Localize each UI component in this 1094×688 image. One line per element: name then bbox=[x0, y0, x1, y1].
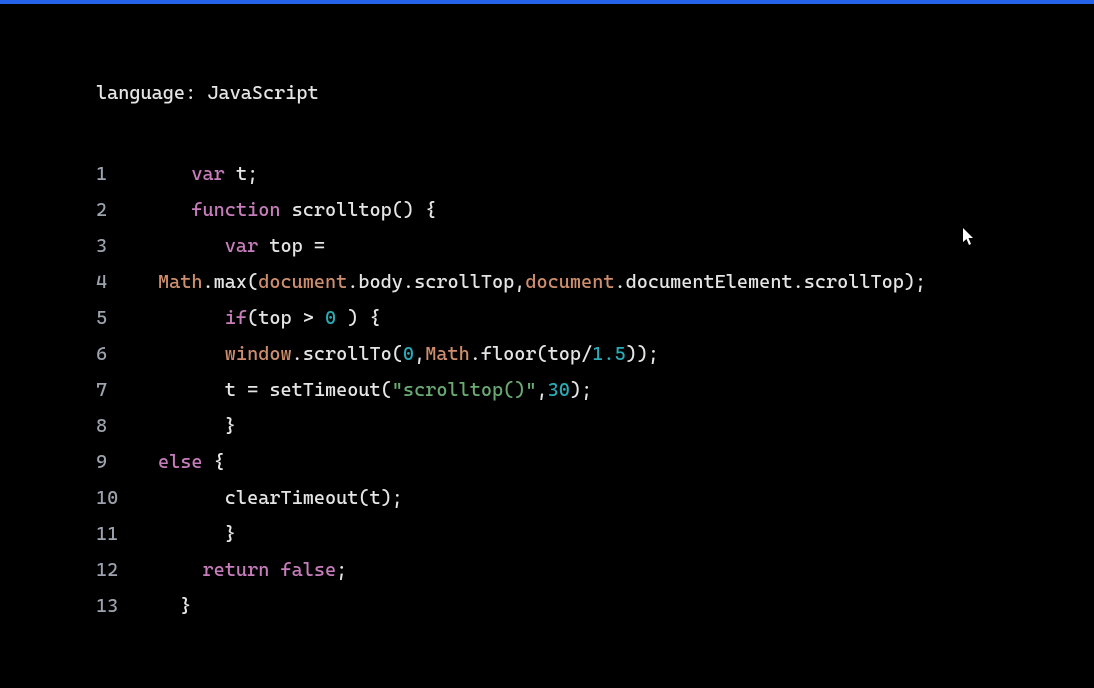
code-line[interactable]: 3 var top = bbox=[96, 228, 1094, 264]
code-token: )); bbox=[626, 343, 659, 365]
code-token: scrolltop() { bbox=[280, 199, 436, 221]
code-token: return bbox=[203, 559, 270, 581]
code-token: Math bbox=[158, 271, 203, 293]
line-content[interactable]: clearTimeout(t); bbox=[158, 480, 403, 516]
line-content[interactable]: function scrolltop() { bbox=[158, 192, 436, 228]
line-content[interactable]: if(top > 0 ) { bbox=[158, 300, 381, 336]
code-line[interactable]: 4Math.max(document.body.scrollTop,docume… bbox=[96, 264, 1094, 300]
code-token: var bbox=[191, 163, 224, 185]
line-number: 4 bbox=[96, 264, 158, 300]
line-content[interactable]: } bbox=[158, 516, 236, 552]
language-value: JavaScript bbox=[207, 82, 318, 104]
code-line[interactable]: 9else { bbox=[96, 444, 1094, 480]
code-token: } bbox=[158, 523, 236, 545]
line-content[interactable]: var t; bbox=[158, 156, 258, 192]
language-header: language: JavaScript bbox=[96, 82, 1094, 104]
code-token: t; bbox=[225, 163, 258, 185]
code-token: "scrolltop()" bbox=[392, 379, 537, 401]
code-token bbox=[158, 559, 203, 581]
code-token: var bbox=[225, 235, 258, 257]
code-token: , bbox=[537, 379, 548, 401]
code-token: (top > bbox=[247, 307, 325, 329]
line-number: 13 bbox=[96, 588, 158, 624]
line-number: 8 bbox=[96, 408, 158, 444]
code-token: ); bbox=[570, 379, 592, 401]
code-token: .documentElement.scrollTop); bbox=[614, 271, 926, 293]
code-token bbox=[158, 199, 191, 221]
code-token: function bbox=[191, 199, 280, 221]
code-line[interactable]: 5 if(top > 0 ) { bbox=[96, 300, 1094, 336]
line-number: 12 bbox=[96, 552, 158, 588]
code-line[interactable]: 10 clearTimeout(t); bbox=[96, 480, 1094, 516]
code-token bbox=[158, 343, 225, 365]
code-line[interactable]: 1 var t; bbox=[96, 156, 1094, 192]
code-token: 30 bbox=[548, 379, 570, 401]
line-content[interactable]: var top = bbox=[158, 228, 325, 264]
line-content[interactable]: window.scrollTo(0,Math.floor(top/1.5)); bbox=[158, 336, 659, 372]
line-content[interactable]: } bbox=[158, 408, 236, 444]
code-token: t = setTimeout( bbox=[158, 379, 392, 401]
code-token bbox=[158, 307, 225, 329]
code-line[interactable]: 11 } bbox=[96, 516, 1094, 552]
line-number: 5 bbox=[96, 300, 158, 336]
line-content[interactable]: return false; bbox=[158, 552, 347, 588]
line-number: 7 bbox=[96, 372, 158, 408]
code-token: } bbox=[158, 595, 191, 617]
code-token: , bbox=[414, 343, 425, 365]
code-token: else bbox=[158, 451, 203, 473]
code-token: ) { bbox=[336, 307, 381, 329]
line-number: 9 bbox=[96, 444, 158, 480]
code-line[interactable]: 2 function scrolltop() { bbox=[96, 192, 1094, 228]
code-token bbox=[158, 235, 225, 257]
code-token: } bbox=[158, 415, 236, 437]
line-number: 6 bbox=[96, 336, 158, 372]
code-token: .max( bbox=[203, 271, 259, 293]
code-token: 1.5 bbox=[592, 343, 625, 365]
line-number: 1 bbox=[96, 156, 158, 192]
code-token: ; bbox=[336, 559, 347, 581]
line-number: 10 bbox=[96, 480, 158, 516]
code-token: 0 bbox=[325, 307, 336, 329]
line-number: 2 bbox=[96, 192, 158, 228]
code-token: window bbox=[225, 343, 292, 365]
code-token: Math bbox=[425, 343, 470, 365]
code-token: .body.scrollTop, bbox=[347, 271, 525, 293]
line-number: 3 bbox=[96, 228, 158, 264]
line-number: 11 bbox=[96, 516, 158, 552]
code-line[interactable]: 13 } bbox=[96, 588, 1094, 624]
code-token: { bbox=[203, 451, 225, 473]
code-token: .floor(top/ bbox=[470, 343, 592, 365]
code-block[interactable]: 1 var t;2 function scrolltop() {3 var to… bbox=[96, 156, 1094, 624]
code-token: false bbox=[280, 559, 336, 581]
line-content[interactable]: else { bbox=[158, 444, 225, 480]
code-line[interactable]: 6 window.scrollTo(0,Math.floor(top/1.5))… bbox=[96, 336, 1094, 372]
code-line[interactable]: 7 t = setTimeout("scrolltop()",30); bbox=[96, 372, 1094, 408]
language-label: language: bbox=[96, 82, 207, 104]
line-content[interactable]: t = setTimeout("scrolltop()",30); bbox=[158, 372, 592, 408]
code-line[interactable]: 8 } bbox=[96, 408, 1094, 444]
code-token: .scrollTo( bbox=[292, 343, 403, 365]
code-token: 0 bbox=[403, 343, 414, 365]
code-line[interactable]: 12 return false; bbox=[96, 552, 1094, 588]
code-token bbox=[269, 559, 280, 581]
code-token: if bbox=[225, 307, 247, 329]
code-token: document bbox=[258, 271, 347, 293]
code-token bbox=[158, 163, 191, 185]
editor-content: language: JavaScript 1 var t;2 function … bbox=[0, 4, 1094, 624]
code-token: document bbox=[525, 271, 614, 293]
code-token: clearTimeout(t); bbox=[158, 487, 403, 509]
code-token: top = bbox=[258, 235, 325, 257]
line-content[interactable]: Math.max(document.body.scrollTop,documen… bbox=[158, 264, 926, 300]
line-content[interactable]: } bbox=[158, 588, 191, 624]
